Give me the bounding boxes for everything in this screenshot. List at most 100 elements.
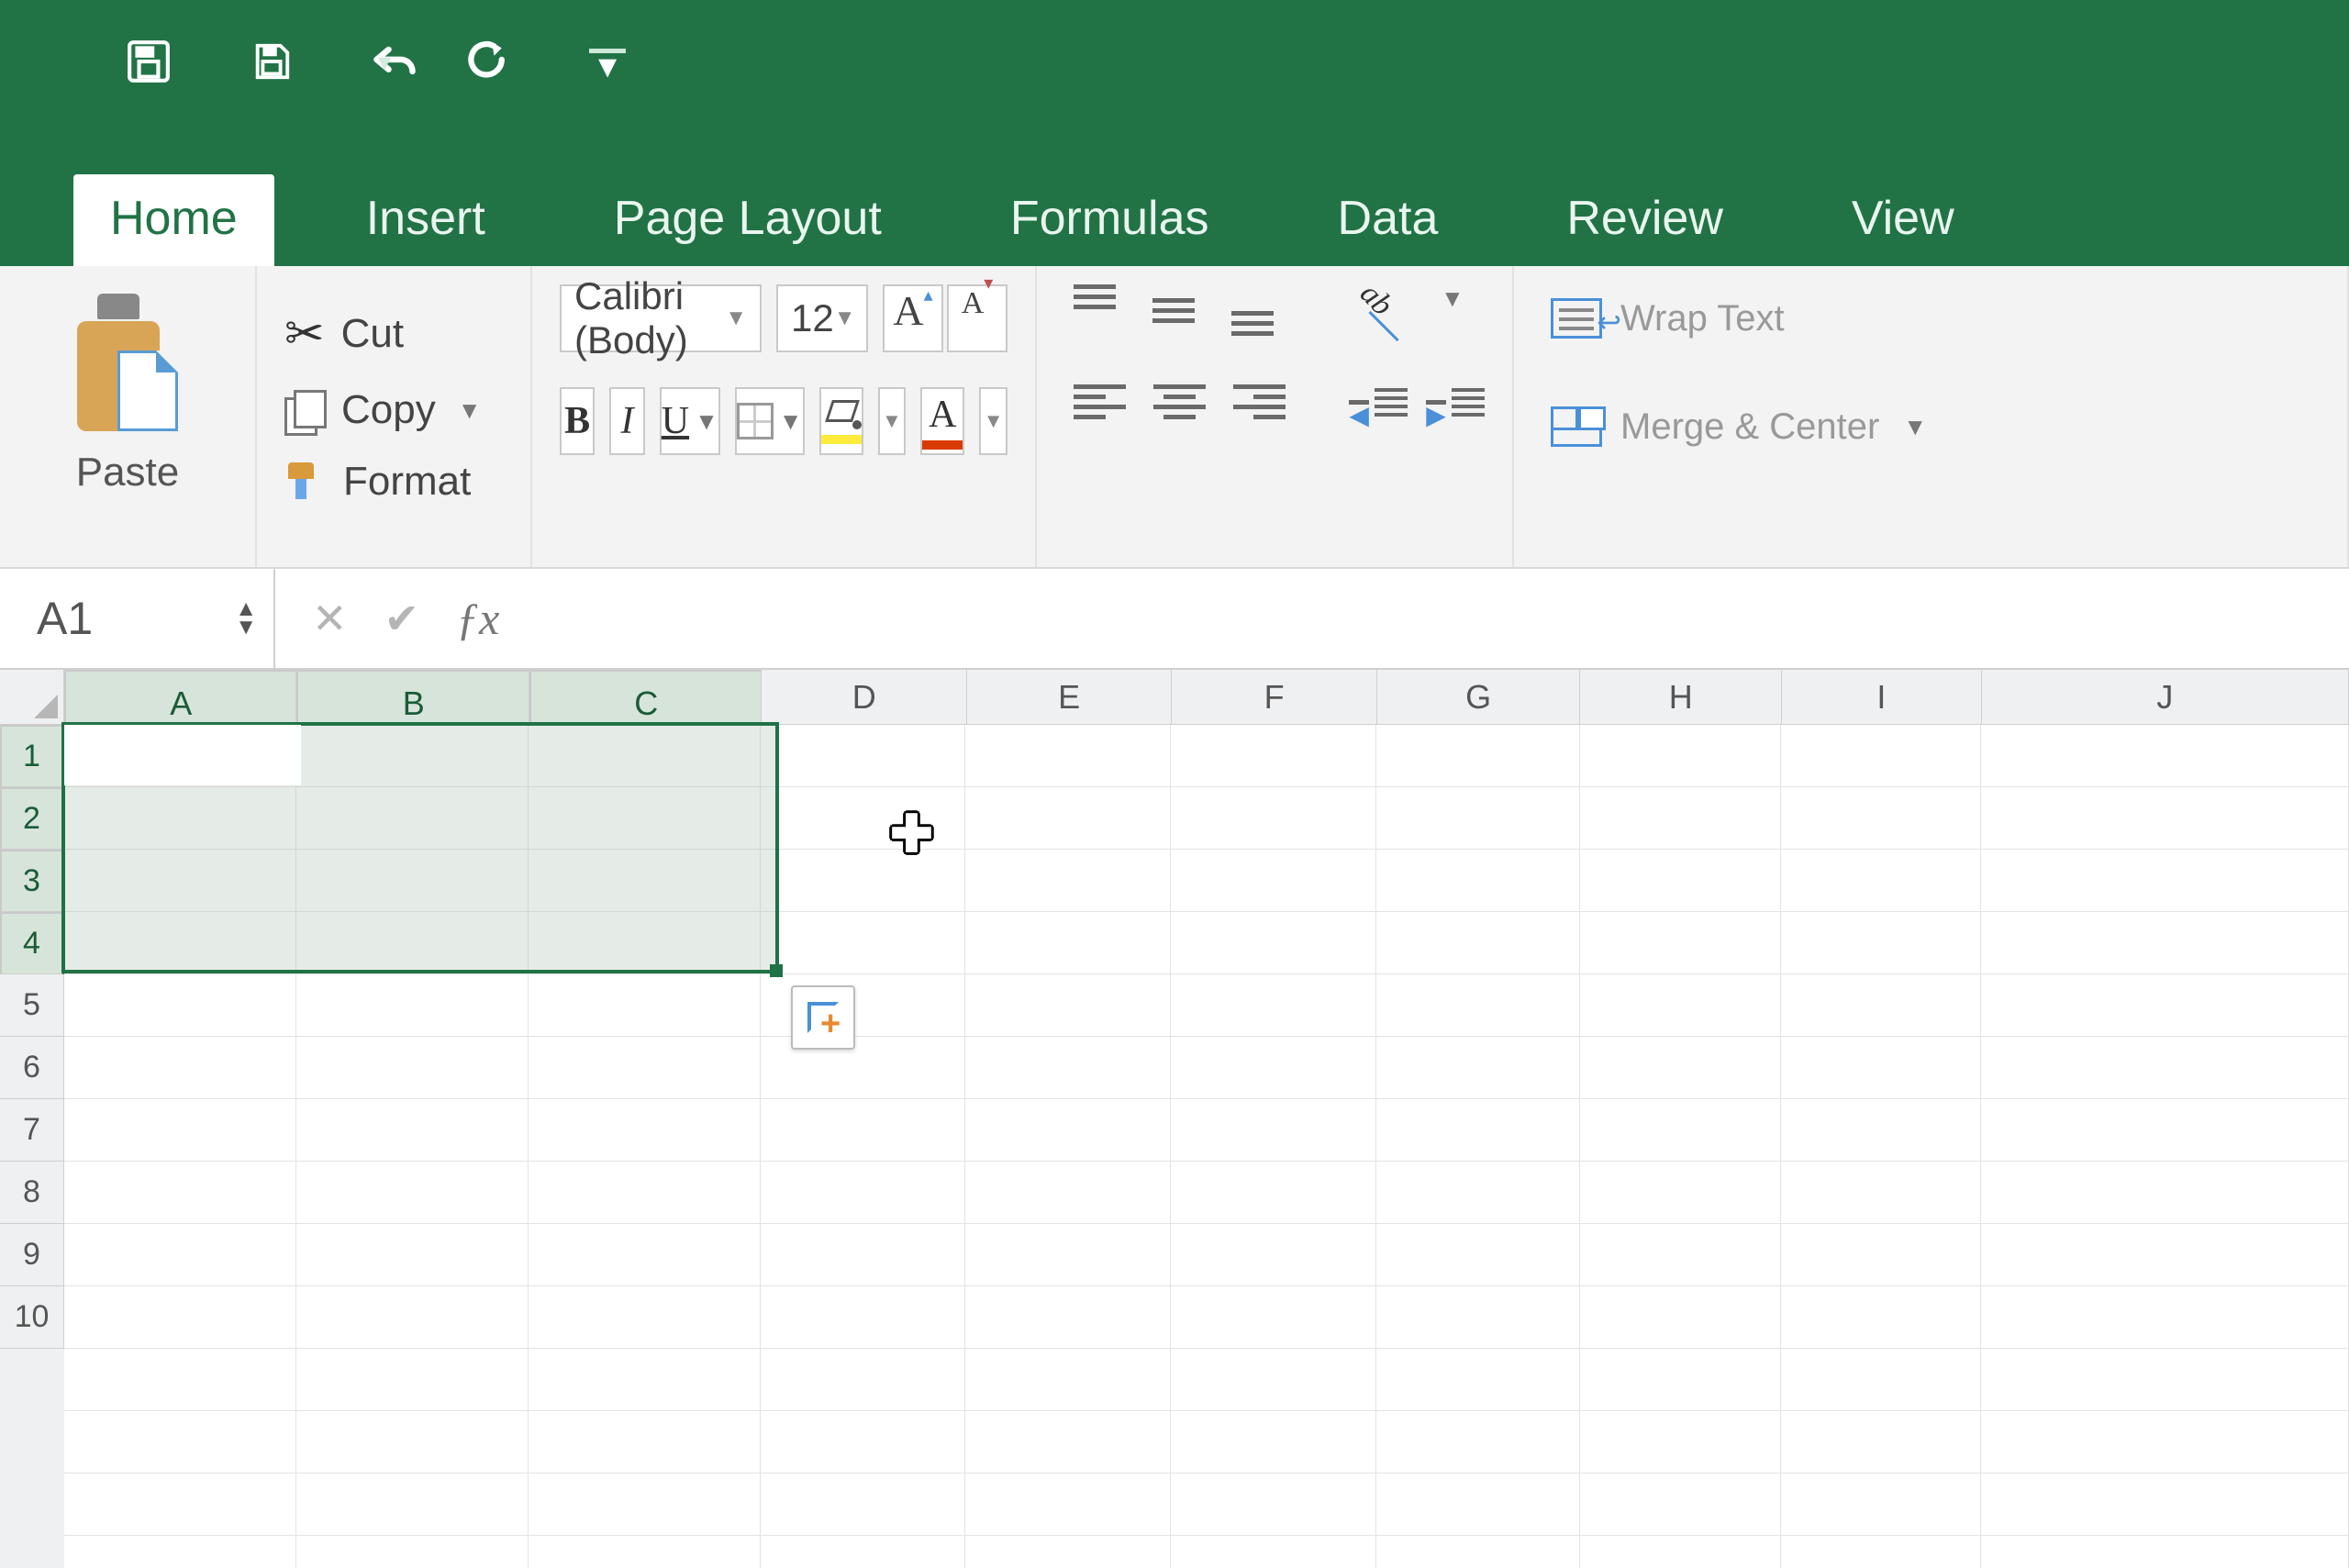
name-box-stepper[interactable]: ▲▼	[235, 600, 257, 637]
cell[interactable]	[761, 1473, 966, 1536]
cell[interactable]	[64, 1224, 296, 1286]
cell[interactable]	[1781, 1536, 1981, 1568]
cell[interactable]	[1376, 1349, 1580, 1411]
cell[interactable]	[1376, 1037, 1580, 1099]
cell[interactable]	[1781, 850, 1981, 912]
cell[interactable]	[64, 725, 296, 787]
save-icon[interactable]	[242, 37, 301, 86]
cell[interactable]	[1981, 1099, 2349, 1162]
cell[interactable]	[761, 787, 966, 850]
cell[interactable]	[64, 1349, 296, 1411]
cell[interactable]	[296, 974, 529, 1037]
cell[interactable]	[761, 1349, 966, 1411]
cell[interactable]	[1981, 1411, 2349, 1473]
row-header[interactable]: 9	[0, 1224, 64, 1286]
wrap-text-button[interactable]: Wrap Text	[1551, 284, 2320, 352]
enter-formula-icon[interactable]: ✔	[384, 594, 420, 643]
cell[interactable]	[296, 1536, 529, 1568]
cell[interactable]	[529, 974, 761, 1037]
italic-button[interactable]: I	[609, 387, 644, 455]
cell[interactable]	[1781, 1099, 1981, 1162]
decrease-font-size-button[interactable]: A▾	[947, 284, 1008, 352]
cell[interactable]	[1781, 787, 1981, 850]
cell[interactable]	[296, 787, 529, 850]
cell[interactable]	[1376, 725, 1580, 787]
cell[interactable]	[529, 912, 761, 974]
cell[interactable]	[965, 725, 1171, 787]
cell[interactable]	[761, 1099, 966, 1162]
undo-icon[interactable]	[365, 37, 424, 86]
cell[interactable]	[1580, 1536, 1782, 1568]
copy-dropdown-icon[interactable]: ▼	[458, 396, 482, 425]
cell[interactable]	[64, 1536, 296, 1568]
cell[interactable]	[1376, 1099, 1580, 1162]
font-color-dropdown[interactable]: ▼	[979, 387, 1008, 455]
row-header[interactable]: 2	[0, 787, 64, 850]
cell[interactable]	[1781, 974, 1981, 1037]
cell[interactable]	[529, 1473, 761, 1536]
cell[interactable]	[64, 974, 296, 1037]
chevron-down-icon[interactable]: ▼	[1903, 413, 1927, 441]
cell[interactable]	[1981, 1286, 2349, 1349]
cell[interactable]	[965, 1099, 1171, 1162]
select-all-corner[interactable]	[0, 670, 64, 725]
cell[interactable]	[1376, 1473, 1580, 1536]
name-box[interactable]: A1 ▲▼	[0, 569, 275, 668]
tab-data[interactable]: Data	[1301, 174, 1475, 266]
chevron-down-icon[interactable]: ▼	[1441, 284, 1464, 336]
cell[interactable]	[965, 1411, 1171, 1473]
cell[interactable]	[1580, 787, 1782, 850]
cells-area[interactable]	[64, 725, 2349, 1568]
cell[interactable]	[965, 1286, 1171, 1349]
paste-icon[interactable]	[77, 294, 178, 431]
row-header[interactable]: 10	[0, 1286, 64, 1349]
fill-color-button[interactable]	[819, 387, 863, 455]
cell[interactable]	[1580, 1349, 1782, 1411]
cell[interactable]	[1376, 787, 1580, 850]
quick-analysis-button[interactable]: +	[791, 985, 855, 1050]
cell[interactable]	[529, 1536, 761, 1568]
cell[interactable]	[1580, 1162, 1782, 1224]
cell[interactable]	[965, 850, 1171, 912]
cell[interactable]	[529, 725, 761, 787]
cell[interactable]	[1376, 1224, 1580, 1286]
cell[interactable]	[1981, 1224, 2349, 1286]
cell[interactable]	[965, 974, 1171, 1037]
cell[interactable]	[1781, 1349, 1981, 1411]
cell[interactable]	[1981, 1349, 2349, 1411]
column-header[interactable]: F	[1172, 670, 1376, 725]
column-header[interactable]: J	[1982, 670, 2349, 725]
cell[interactable]	[64, 1037, 296, 1099]
cell[interactable]	[296, 1286, 529, 1349]
cancel-formula-icon[interactable]: ✕	[312, 594, 348, 643]
cell[interactable]	[296, 912, 529, 974]
column-header[interactable]: H	[1580, 670, 1782, 725]
autosave-icon[interactable]	[119, 37, 178, 86]
cell[interactable]	[1781, 725, 1981, 787]
chevron-down-icon[interactable]: ▼	[695, 407, 718, 436]
redo-icon[interactable]	[455, 37, 514, 86]
bold-button[interactable]: B	[560, 387, 595, 455]
font-name-select[interactable]: Calibri (Body) ▼	[560, 284, 762, 352]
cell[interactable]	[1376, 850, 1580, 912]
cell[interactable]	[1580, 1037, 1782, 1099]
tab-view[interactable]: View	[1815, 174, 1991, 266]
tab-home[interactable]: Home	[73, 174, 274, 266]
cell[interactable]	[1171, 1037, 1376, 1099]
formula-input[interactable]	[536, 569, 2349, 668]
font-color-button[interactable]: A	[920, 387, 964, 455]
cell[interactable]	[1171, 725, 1376, 787]
cell[interactable]	[1981, 1536, 2349, 1568]
cell[interactable]	[64, 1162, 296, 1224]
cell[interactable]	[965, 787, 1171, 850]
row-header[interactable]: 6	[0, 1037, 64, 1099]
cell[interactable]	[296, 1099, 529, 1162]
align-top-button[interactable]	[1074, 284, 1134, 336]
column-header[interactable]: I	[1782, 670, 1982, 725]
format-painter-button[interactable]: Format	[284, 459, 503, 505]
cell[interactable]	[1981, 974, 2349, 1037]
cell[interactable]	[64, 850, 296, 912]
cell[interactable]	[64, 1099, 296, 1162]
cell[interactable]	[1580, 725, 1782, 787]
cell[interactable]	[1981, 850, 2349, 912]
